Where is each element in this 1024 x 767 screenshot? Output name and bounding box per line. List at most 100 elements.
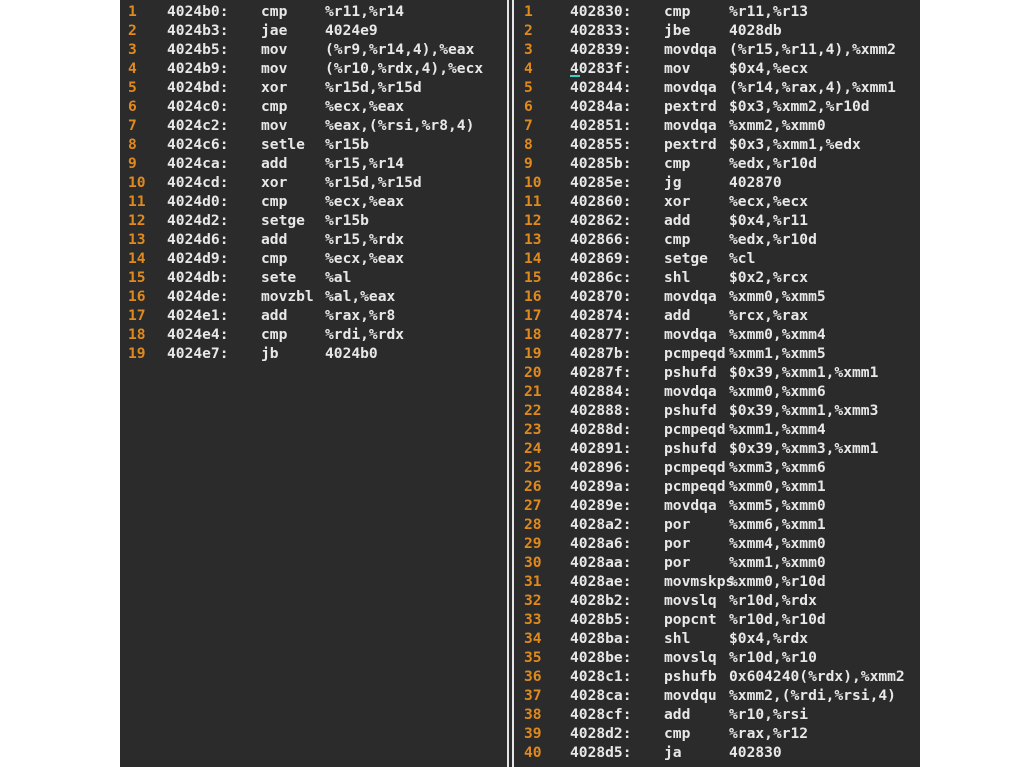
- instruction-address: 402869:: [570, 250, 632, 267]
- line-number: 3: [524, 41, 533, 58]
- instruction-address: 40285b:: [570, 155, 632, 172]
- instruction-mnemonic: pextrd: [664, 136, 717, 153]
- instruction-operands: %r15d,%r15d: [325, 174, 422, 191]
- instruction-mnemonic: shl: [664, 269, 691, 286]
- line-number: 4: [128, 60, 137, 77]
- instruction-mnemonic: shl: [664, 630, 691, 647]
- instruction-address: 402884:: [570, 383, 632, 400]
- instruction-mnemonic: mov: [261, 60, 288, 77]
- instruction-operands: %al: [325, 269, 352, 286]
- line-number: 37: [524, 687, 542, 704]
- instruction-operands: %xmm1,%xmm4: [729, 421, 826, 438]
- instruction-operands: $0x4,%rdx: [729, 630, 809, 647]
- line-number: 38: [524, 706, 542, 723]
- instruction-mnemonic: cmp: [664, 3, 691, 20]
- instruction-operands: 0x604240(%rdx),%xmm2: [729, 668, 905, 685]
- instruction-operands: %r15b: [325, 212, 369, 229]
- instruction-operands: 4024e9: [325, 22, 378, 39]
- instruction-mnemonic: xor: [261, 79, 288, 96]
- instruction-operands: (%r15,%r11,4),%xmm2: [729, 41, 896, 58]
- instruction-operands: (%r14,%rax,4),%xmm1: [729, 79, 896, 96]
- instruction-operands: %xmm0,%xmm6: [729, 383, 826, 400]
- instruction-operands: %r10d,%r10d: [729, 611, 826, 628]
- instruction-operands: %xmm1,%xmm0: [729, 554, 826, 571]
- instruction-mnemonic: pshufd: [664, 402, 717, 419]
- instruction-operands: %rax,%r8: [325, 307, 396, 324]
- left-code-pane[interactable]: 1 4024b0: cmp %r11,%r14 2 4024b3: jae 4024e9 3 40…: [120, 0, 506, 767]
- instruction-mnemonic: movdqa: [664, 79, 717, 96]
- pane-divider[interactable]: [506, 0, 516, 767]
- instruction-mnemonic: cmp: [664, 231, 691, 248]
- line-number: 16: [524, 288, 542, 305]
- instruction-mnemonic: add: [664, 212, 691, 229]
- instruction-mnemonic: setge: [261, 212, 305, 229]
- line-number: 21: [524, 383, 542, 400]
- instruction-address: 40289e:: [570, 497, 632, 514]
- line-number: 32: [524, 592, 542, 609]
- instruction-address: 4024d6:: [167, 231, 229, 248]
- line-number: 25: [524, 459, 542, 476]
- instruction-mnemonic: por: [664, 516, 691, 533]
- line-number: 1: [128, 3, 137, 20]
- instruction-operands: %ecx,%ecx: [729, 193, 809, 210]
- line-number: 10: [128, 174, 146, 191]
- line-number: 15: [128, 269, 146, 286]
- instruction-mnemonic: movdqu: [664, 687, 717, 704]
- line-number: 11: [128, 193, 146, 210]
- line-number: 5: [524, 79, 533, 96]
- instruction-address: 4024db:: [167, 269, 229, 286]
- line-number: 18: [524, 326, 542, 343]
- instruction-address: 4024e4:: [167, 326, 229, 343]
- instruction-operands: (%r9,%r14,4),%eax: [325, 41, 475, 58]
- line-number: 17: [128, 307, 146, 324]
- instruction-operands: $0x39,%xmm1,%xmm1: [729, 364, 879, 381]
- instruction-mnemonic: cmp: [261, 3, 288, 20]
- line-number: 22: [524, 402, 542, 419]
- instruction-address: 402891:: [570, 440, 632, 457]
- line-number: 13: [524, 231, 542, 248]
- instruction-address: 40284a:: [570, 98, 632, 115]
- instruction-operands: %xmm0,%xmm5: [729, 288, 826, 305]
- instruction-address: 402833:: [570, 22, 632, 39]
- instruction-mnemonic: por: [664, 535, 691, 552]
- instruction-address: 40286c:: [570, 269, 632, 286]
- instruction-mnemonic: jae: [261, 22, 288, 39]
- instruction-address: 4028b5:: [570, 611, 632, 628]
- instruction-address: 4028ae:: [570, 573, 632, 590]
- line-number: 28: [524, 516, 542, 533]
- instruction-mnemonic: add: [261, 155, 288, 172]
- instruction-operands: %xmm3,%xmm6: [729, 459, 826, 476]
- instruction-address: 4024de:: [167, 288, 229, 305]
- right-code-pane[interactable]: 1 402830: cmp %r11,%r13 2 402833: jbe 4028db 3 40…: [516, 0, 920, 767]
- instruction-address: 402862:: [570, 212, 632, 229]
- instruction-mnemonic: jbe: [664, 22, 691, 39]
- instruction-address: 4028c1:: [570, 668, 632, 685]
- instruction-operands: %r10d,%r10: [729, 649, 817, 666]
- line-number: 24: [524, 440, 542, 457]
- instruction-address: 40288d:: [570, 421, 632, 438]
- instruction-mnemonic: add: [664, 307, 691, 324]
- instruction-operands: $0x3,%xmm1,%edx: [729, 136, 861, 153]
- instruction-mnemonic: movdqa: [664, 117, 717, 134]
- instruction-operands: %xmm2,%xmm0: [729, 117, 826, 134]
- instruction-mnemonic: cmp: [664, 725, 691, 742]
- instruction-operands: %xmm4,%xmm0: [729, 535, 826, 552]
- instruction-address: 4028d2:: [570, 725, 632, 742]
- instruction-mnemonic: mov: [261, 117, 288, 134]
- instruction-address: 4028a2:: [570, 516, 632, 533]
- instruction-mnemonic: setge: [664, 250, 708, 267]
- instruction-operands: %rcx,%rax: [729, 307, 809, 324]
- instruction-operands: %r15d,%r15d: [325, 79, 422, 96]
- instruction-mnemonic: jg: [664, 174, 682, 191]
- instruction-mnemonic: xor: [664, 193, 691, 210]
- line-number: 23: [524, 421, 542, 438]
- line-number: 5: [128, 79, 137, 96]
- instruction-address: 402855:: [570, 136, 632, 153]
- instruction-mnemonic: pcmpeqd: [664, 478, 726, 495]
- instruction-mnemonic: xor: [261, 174, 288, 191]
- instruction-mnemonic: movmskps: [664, 573, 735, 590]
- instruction-address: 4024ca:: [167, 155, 229, 172]
- instruction-mnemonic: movslq: [664, 592, 717, 609]
- instruction-operands: 402830: [729, 744, 782, 761]
- instruction-operands: %ecx,%eax: [325, 193, 405, 210]
